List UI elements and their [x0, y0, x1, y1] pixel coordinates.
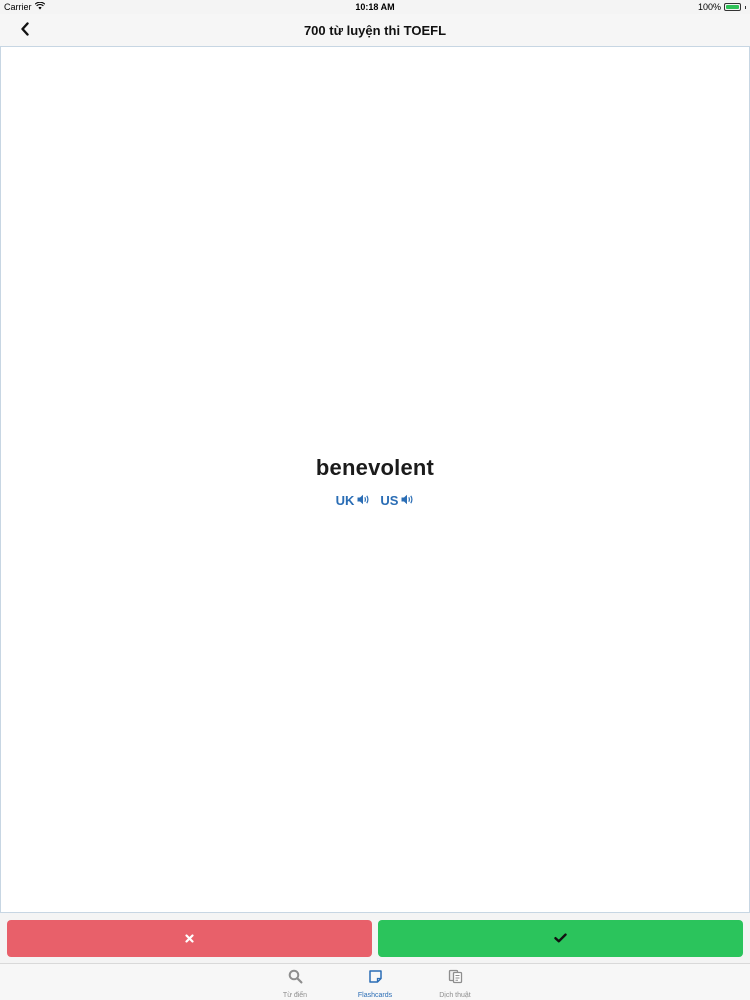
speaker-icon — [357, 493, 370, 508]
checkmark-icon — [554, 930, 567, 948]
status-left: Carrier — [4, 1, 45, 12]
flashcard-word: benevolent — [315, 455, 435, 480]
battery-percent: 100% — [697, 2, 721, 12]
tab-bar: Từ điển Flashcards Dịch thuật — [0, 963, 750, 1000]
mark-wrong-button[interactable] — [7, 920, 372, 957]
pronounce-uk-button[interactable]: UK — [336, 493, 371, 508]
pronounce-uk-label: UK — [335, 493, 355, 508]
tab-flashcards-label: Flashcards — [357, 992, 393, 999]
carrier-label: Carrier — [4, 2, 32, 12]
search-icon — [288, 969, 303, 989]
battery-icon — [724, 3, 741, 11]
flashcard[interactable]: benevolent UK US — [0, 46, 750, 913]
close-icon — [185, 930, 194, 948]
flashcard-icon — [368, 969, 383, 989]
tab-dictionary-label: Từ điển — [282, 992, 308, 999]
status-time: 10:18 AM — [355, 2, 395, 12]
mark-correct-button[interactable] — [378, 920, 743, 957]
tab-translate-label: Dịch thuật — [439, 992, 471, 999]
status-right: 100% — [698, 2, 746, 12]
translate-icon — [448, 969, 463, 989]
back-button[interactable] — [14, 20, 36, 42]
tab-translate[interactable]: Dịch thuật — [415, 964, 495, 1000]
speaker-icon — [401, 493, 414, 508]
answer-actions — [0, 913, 750, 963]
tab-flashcards[interactable]: Flashcards — [335, 964, 415, 1000]
tab-dictionary[interactable]: Từ điển — [255, 964, 335, 1000]
page-title: 700 từ luyện thi TOEFL — [303, 22, 447, 38]
flashcard-front: benevolent UK US — [1, 455, 749, 508]
status-bar: Carrier 10:18 AM 100% — [0, 0, 750, 14]
battery-tip — [745, 5, 746, 9]
pronounce-us-label: US — [380, 493, 399, 508]
chevron-left-icon — [20, 21, 30, 41]
pronounce-us-button[interactable]: US — [380, 493, 414, 508]
wifi-icon — [34, 1, 45, 12]
battery-fill — [726, 5, 739, 9]
pronunciation-row: UK US — [1, 493, 749, 508]
navigation-bar: 700 từ luyện thi TOEFL — [0, 14, 750, 46]
